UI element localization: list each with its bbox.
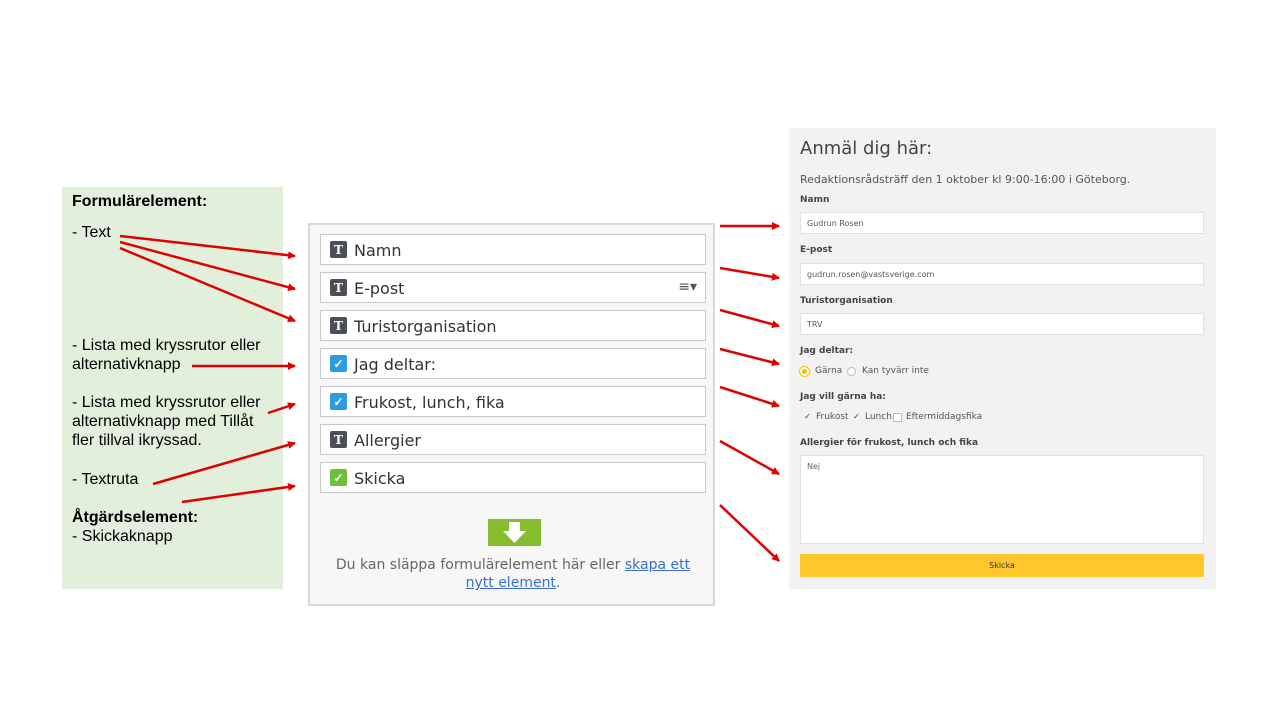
arrow-frukost-to-form [719, 385, 780, 408]
arrow-textarea-to-allergier [152, 441, 296, 486]
arrow-text-to-org [119, 246, 296, 323]
arrow-jag-deltar-to-form [719, 347, 780, 367]
arrow-allergier-to-form [719, 439, 780, 476]
arrow-org-to-form [719, 308, 780, 329]
arrow-epost-to-form [719, 266, 780, 281]
arrow-text-to-epost [119, 240, 296, 292]
arrow-text-to-namn [119, 234, 296, 260]
arrow-skicka-to-form [719, 504, 780, 562]
arrow-multi-to-frukost [267, 402, 296, 415]
annotation-arrows [119, 222, 780, 562]
arrow-submit-to-skicka [181, 483, 296, 504]
